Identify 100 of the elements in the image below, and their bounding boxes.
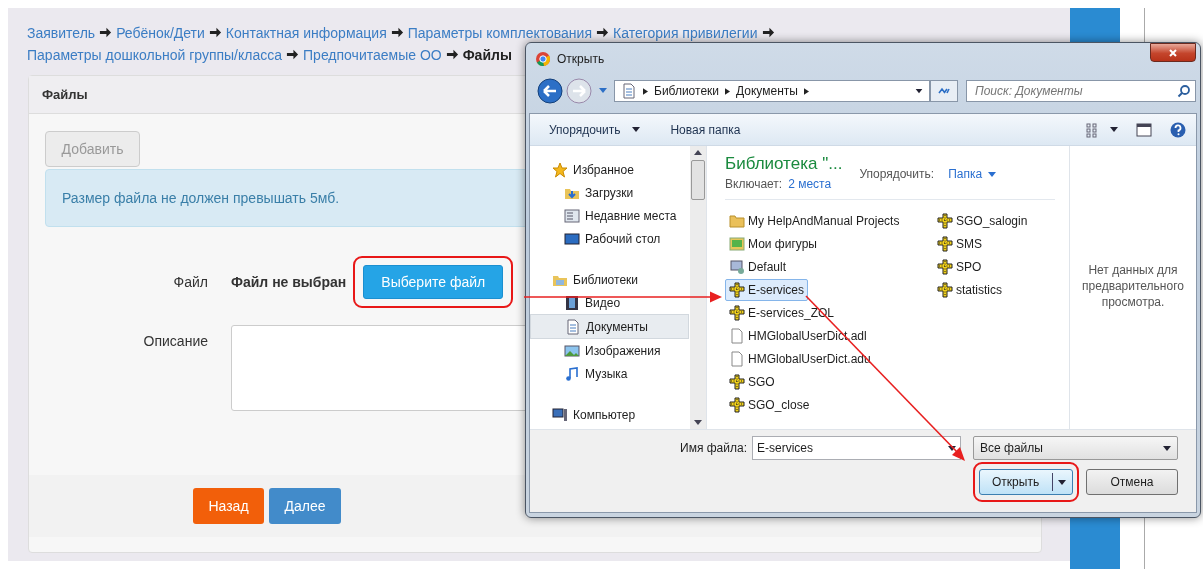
chevron-right-icon <box>725 87 730 95</box>
cancel-button[interactable]: Отмена <box>1086 469 1178 495</box>
breadcrumb-link[interactable]: Заявитель <box>27 25 96 41</box>
breadcrumb-link[interactable]: Контактная информация <box>225 25 387 41</box>
breadcrumb-link[interactable]: Параметры дошкольной группы/класса <box>27 47 283 63</box>
file-item[interactable]: SPO <box>933 256 986 278</box>
preview-message: Нет данных для предварительного просмотра. <box>1081 262 1185 311</box>
file-item[interactable]: Мои фигуры <box>725 233 821 255</box>
caret-icon <box>948 445 956 451</box>
refresh-button[interactable] <box>930 80 958 102</box>
file-name-label: Имя файла: <box>679 441 748 455</box>
document-icon <box>565 318 581 335</box>
file-status: Файл не выбран <box>231 274 347 290</box>
desktop-icon <box>564 230 580 247</box>
nav-item[interactable]: Изображения <box>530 339 690 362</box>
shapes-icon <box>729 236 745 252</box>
document-icon <box>621 83 637 99</box>
preview-pane-icon[interactable] <box>1136 121 1152 138</box>
file-item[interactable]: My HelpAndManual Projects <box>725 210 904 232</box>
scroll-thumb[interactable] <box>691 160 705 200</box>
file-item[interactable]: SGO_salogin <box>933 210 1032 232</box>
scroll-up-icon[interactable] <box>694 150 702 155</box>
address-bar[interactable]: Библиотеки Документы <box>614 80 930 102</box>
arrow-right-icon <box>99 26 113 39</box>
close-icon <box>1168 47 1178 58</box>
arrow-right-icon <box>596 26 609 39</box>
nav-item[interactable]: Библиотеки <box>530 268 690 291</box>
search-icon <box>1177 84 1191 98</box>
file-item[interactable]: Default <box>725 256 791 278</box>
ruler-cross-icon <box>937 282 953 298</box>
arrow-right-icon <box>445 48 459 61</box>
arrow-right-icon <box>286 48 300 61</box>
file-item[interactable]: statistics <box>933 279 1006 301</box>
help-icon[interactable] <box>1170 121 1186 138</box>
caret-icon[interactable] <box>1110 127 1118 132</box>
file-item[interactable]: SGO <box>725 371 779 393</box>
back-button[interactable] <box>537 78 563 104</box>
nav-item[interactable]: Музыка <box>530 362 690 385</box>
card-title: Файлы <box>42 87 88 102</box>
includes-label: Включает: <box>725 177 783 191</box>
ruler-cross-icon <box>729 374 745 390</box>
nav-item[interactable]: Видео <box>530 291 690 314</box>
nav-button[interactable]: Далее <box>269 488 341 524</box>
toolbar-button[interactable]: Упорядочить <box>549 122 641 137</box>
file-type-dropdown[interactable]: Все файлы <box>973 436 1178 460</box>
computer-icon <box>552 406 568 423</box>
caret-icon <box>1058 479 1066 485</box>
file-item[interactable]: SMS <box>933 233 986 255</box>
caret-icon[interactable] <box>915 88 923 94</box>
scrollbar[interactable] <box>690 146 706 429</box>
breadcrumb-link[interactable]: Категория привилегии <box>613 25 758 41</box>
toolbar-button[interactable]: Новая папка <box>670 122 741 137</box>
ruler-cross-icon <box>729 397 745 413</box>
browser-logo-icon <box>535 51 551 67</box>
arrow-right-icon <box>208 26 222 39</box>
close-button[interactable] <box>1150 43 1196 62</box>
star-icon <box>552 161 568 178</box>
nav-item[interactable]: Недавние места <box>530 204 690 227</box>
caret-icon <box>1163 445 1171 451</box>
shortcut-icon <box>729 259 745 275</box>
breadcrumb-link[interactable]: Предпочитаемые ОО <box>303 47 442 63</box>
breadcrumb-current: Файлы <box>462 47 512 63</box>
path-segment[interactable]: Библиотеки <box>654 84 719 98</box>
library-title: Библиотека "... <box>725 154 843 174</box>
arrange-dropdown[interactable]: Папка <box>948 167 997 181</box>
nav-item[interactable]: Загрузки <box>530 181 690 204</box>
field-label: Файл <box>172 274 209 290</box>
breadcrumb-link[interactable]: Параметры комплектования <box>407 25 592 41</box>
nav-item[interactable]: Документы <box>530 314 689 339</box>
file-name-field[interactable]: E-services <box>752 436 961 460</box>
ruler-cross-icon <box>937 213 953 229</box>
blank-file-icon <box>729 328 745 344</box>
caret-icon <box>988 171 997 177</box>
file-item[interactable]: E-services <box>725 279 808 301</box>
picture-icon <box>564 342 580 359</box>
ruler-cross-icon <box>729 305 745 321</box>
chevron-right-icon <box>643 87 648 95</box>
blank-file-icon <box>729 351 745 367</box>
breadcrumb-link[interactable]: Ребёнок/Дети <box>116 25 205 41</box>
arrow-right-icon <box>390 26 404 39</box>
folder-icon <box>729 213 745 229</box>
search-field[interactable]: Поиск: Документы <box>966 80 1196 102</box>
alert-text: Размер файла не должен превышать 5мб. <box>62 190 340 206</box>
nav-item[interactable]: Компьютер <box>530 403 690 426</box>
dialog-title: Открыть <box>557 52 605 66</box>
arrow-right-icon <box>761 26 775 39</box>
nav-item[interactable]: Рабочий стол <box>530 227 690 250</box>
open-button[interactable]: Открыть <box>979 469 1073 495</box>
arrange-label: Упорядочить: <box>859 167 935 181</box>
ruler-cross-icon <box>937 259 953 275</box>
file-item[interactable]: SGO_close <box>725 394 814 416</box>
nav-item[interactable]: Избранное <box>530 158 690 181</box>
field-label: Описание <box>142 332 209 349</box>
music-note-icon <box>564 365 580 382</box>
ruler-cross-icon <box>729 282 745 298</box>
locations-link[interactable]: 2 места <box>788 177 832 191</box>
ruler-cross-icon <box>937 236 953 252</box>
path-segment[interactable]: Документы <box>736 84 798 98</box>
recent-places-icon <box>564 207 580 224</box>
scroll-down-icon[interactable] <box>694 420 702 425</box>
